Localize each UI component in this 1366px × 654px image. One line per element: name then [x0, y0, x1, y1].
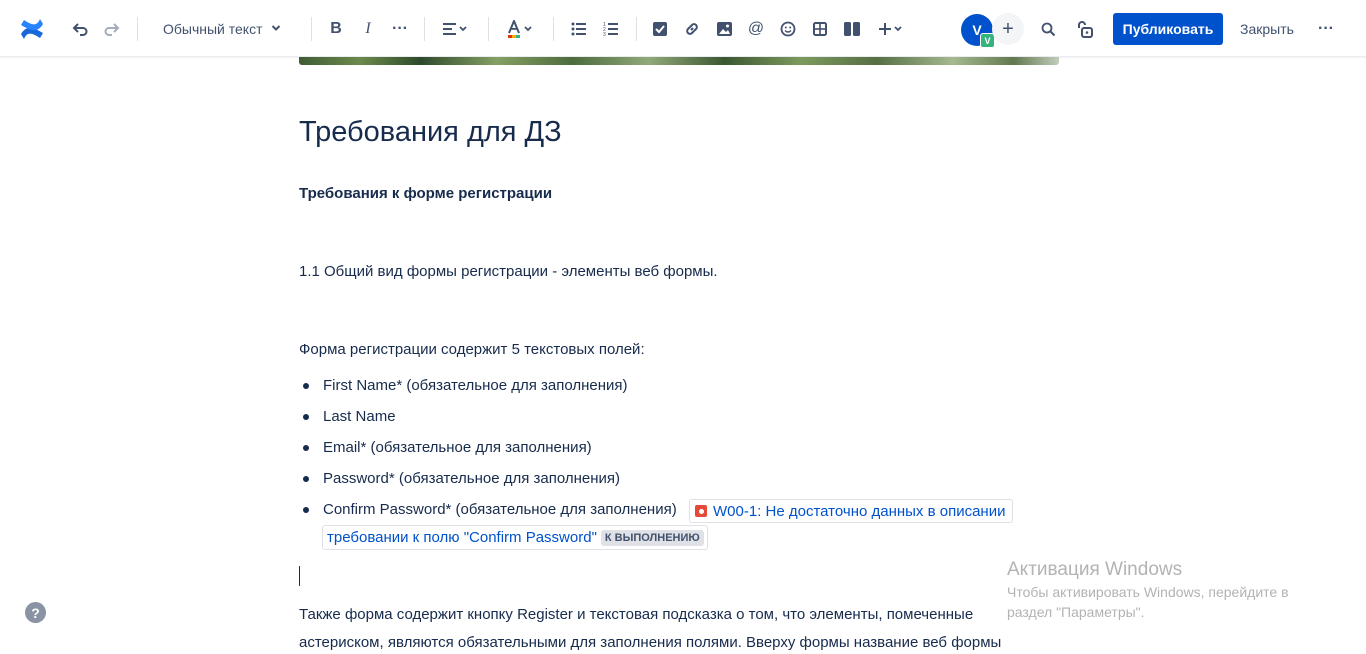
image-icon[interactable] — [710, 15, 738, 43]
help-icon[interactable]: ? — [25, 602, 46, 623]
bullet — [303, 383, 309, 389]
numbered-list-icon[interactable]: 123 — [597, 15, 625, 43]
paragraph[interactable]: астериском, являются обязательными для з… — [299, 633, 1001, 653]
align-icon[interactable] — [437, 15, 473, 43]
undo-icon[interactable] — [66, 15, 94, 43]
list-item-text: First Name* (обязательное для заполнения… — [323, 377, 628, 394]
bullet-list-icon[interactable] — [565, 15, 593, 43]
svg-text:3: 3 — [603, 32, 606, 36]
text-style-dropdown[interactable]: Обычный текст — [155, 15, 289, 43]
toolbar-divider — [424, 17, 425, 41]
list-item-text: Email* (обязательное для заполнения) — [323, 439, 592, 456]
field-list: First Name* (обязательное для заполнения… — [299, 376, 677, 531]
toolbar-divider — [488, 17, 489, 41]
collaborator-avatar[interactable]: V V — [960, 13, 995, 48]
layouts-icon[interactable] — [838, 15, 866, 43]
cover-image — [299, 57, 1059, 65]
action-item-icon[interactable] — [646, 15, 674, 43]
jira-bug-icon — [695, 505, 707, 517]
redo-icon[interactable] — [98, 15, 126, 43]
editor-toolbar: Обычный текст B I ··· 123 @ V V + Публик… — [0, 0, 1366, 57]
jira-issue-title-line2: требовании к полю "Confirm Password" — [327, 529, 597, 546]
bullet — [303, 476, 309, 482]
publish-button[interactable]: Публиковать — [1113, 13, 1223, 45]
bullet — [303, 445, 309, 451]
section-heading[interactable]: Требования к форме регистрации — [299, 184, 552, 204]
jira-issue-link-continued[interactable]: требовании к полю "Confirm Password" К В… — [322, 525, 708, 550]
bullet — [303, 414, 309, 420]
toolbar-divider — [553, 17, 554, 41]
link-icon[interactable] — [678, 15, 706, 43]
paragraph[interactable]: Форма регистрации содержит 5 текстовых п… — [299, 340, 645, 360]
list-item-text: Password* (обязательное для заполнения) — [323, 470, 621, 487]
italic-icon[interactable]: I — [354, 15, 382, 43]
table-icon[interactable] — [806, 15, 834, 43]
paragraph[interactable]: Также форма содержит кнопку Register и т… — [299, 605, 973, 625]
watermark-title: Активация Windows — [1007, 559, 1183, 580]
bullet — [303, 507, 309, 513]
list-item[interactable]: Password* (обязательное для заполнения) — [299, 469, 677, 500]
toolbar-divider — [311, 17, 312, 41]
more-icon[interactable]: ··· — [1312, 15, 1340, 43]
jira-issue-title: W00-1: Не достаточно данных в описании — [713, 502, 1006, 520]
more-formatting-icon[interactable]: ··· — [386, 15, 414, 43]
close-button[interactable]: Закрыть — [1232, 13, 1302, 45]
unlock-icon[interactable] — [1071, 15, 1099, 43]
list-item[interactable]: First Name* (обязательное для заполнения… — [299, 376, 677, 407]
search-icon[interactable] — [1034, 15, 1062, 43]
bold-icon[interactable]: B — [322, 15, 350, 43]
text-cursor — [299, 566, 300, 586]
insert-plus-icon[interactable] — [874, 15, 908, 43]
text-color-icon[interactable] — [502, 15, 538, 43]
confluence-logo-icon[interactable] — [18, 15, 46, 43]
paragraph[interactable]: 1.1 Общий вид формы регистрации - элемен… — [299, 262, 718, 282]
toolbar-divider — [636, 17, 637, 41]
status-badge: К ВЫПОЛНЕНИЮ — [600, 529, 704, 546]
page-title[interactable]: Требования для ДЗ — [299, 114, 562, 150]
list-item-text: Confirm Password* (обязательное для запо… — [323, 501, 677, 518]
chevron-down-icon — [271, 23, 281, 36]
list-item[interactable]: Email* (обязательное для заполнения) — [299, 438, 677, 469]
mention-icon[interactable]: @ — [742, 15, 770, 43]
emoji-icon[interactable] — [774, 15, 802, 43]
invite-plus-icon[interactable]: + — [992, 13, 1024, 45]
list-item-text: Last Name — [323, 408, 396, 425]
watermark-text: Чтобы активировать Windows, перейдите в … — [1007, 584, 1289, 620]
windows-activation-watermark: Активация Windows Чтобы активировать Win… — [1007, 558, 1337, 622]
list-item[interactable]: Last Name — [299, 407, 677, 438]
jira-issue-link[interactable]: W00-1: Не достаточно данных в описании — [689, 499, 1014, 523]
toolbar-divider — [137, 17, 138, 41]
text-style-label: Обычный текст — [163, 21, 263, 37]
